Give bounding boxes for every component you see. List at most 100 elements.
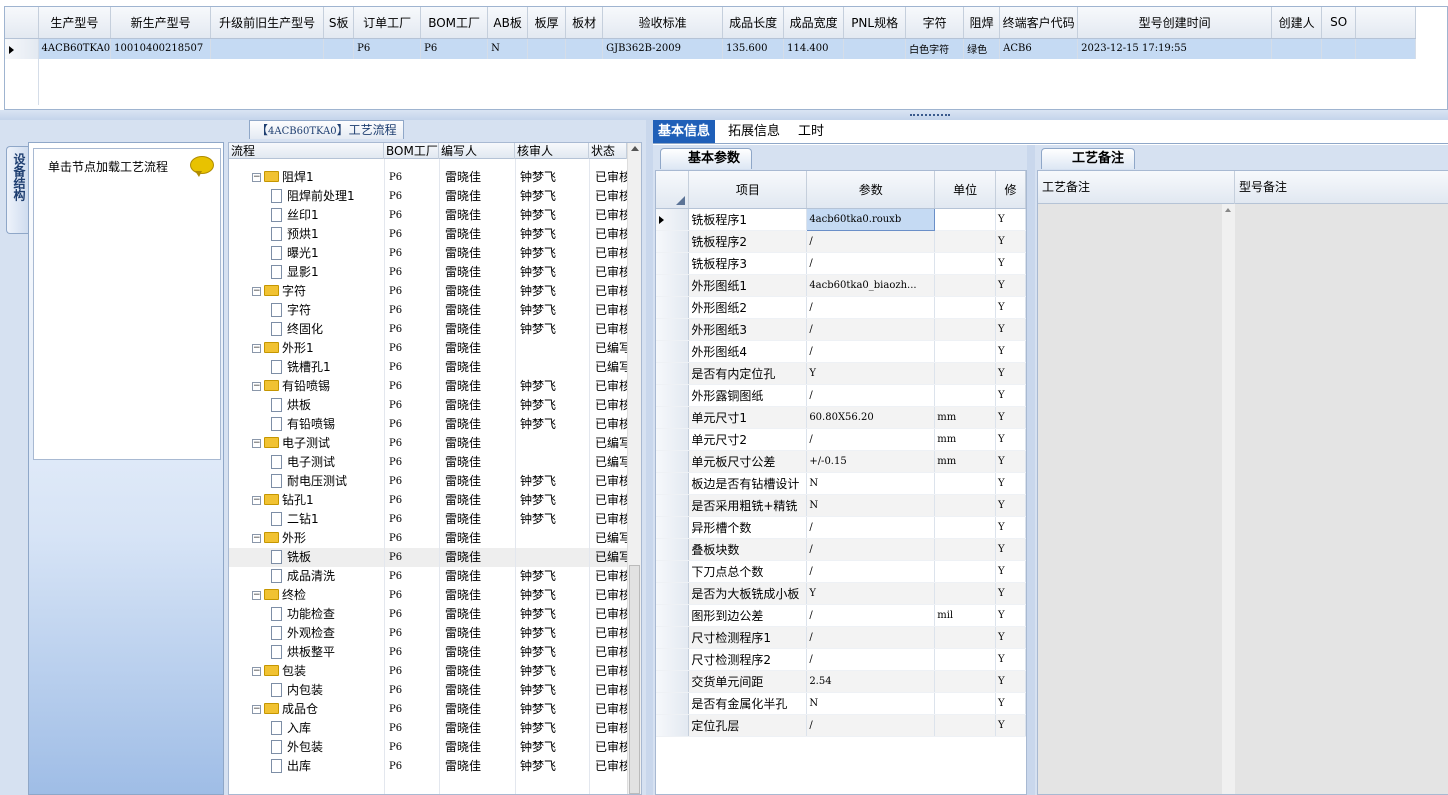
param-row-header[interactable]: [656, 340, 690, 363]
right-tab[interactable]: 基本信息: [653, 120, 716, 143]
column-header[interactable]: 新生产型号: [110, 7, 212, 39]
grid-cell[interactable]: 白色字符: [905, 38, 965, 59]
param-mod[interactable]: Y: [995, 560, 1026, 583]
param-value[interactable]: /: [806, 340, 936, 363]
process-tree-row[interactable]: − 外形 P6 雷晓佳 已编写: [229, 529, 629, 548]
param-mod[interactable]: Y: [995, 296, 1026, 319]
param-unit[interactable]: [934, 670, 997, 693]
column-header[interactable]: 订单工厂: [353, 7, 422, 39]
process-notes-tab[interactable]: 工艺备注: [1041, 148, 1135, 169]
process-tree-row[interactable]: − 字符 P6 雷晓佳 钟梦飞 已审核: [229, 282, 629, 301]
param-row-header[interactable]: [656, 670, 690, 693]
process-tree-row[interactable]: 铣板 P6 雷晓佳 已编写: [229, 548, 629, 567]
process-tree-row[interactable]: − 包装 P6 雷晓佳 钟梦飞 已审核: [229, 662, 629, 681]
grid-cell[interactable]: 114.400: [783, 38, 845, 59]
param-unit[interactable]: mm: [934, 406, 997, 429]
column-header[interactable]: 升级前旧生产型号: [210, 7, 325, 39]
notes-splitter[interactable]: [1027, 145, 1035, 795]
column-header[interactable]: AB板: [487, 7, 529, 39]
param-value[interactable]: /: [806, 626, 936, 649]
param-unit[interactable]: [934, 692, 997, 715]
param-value[interactable]: Y: [806, 582, 936, 605]
nav-tree[interactable]: 单击节点加载工艺流程: [33, 148, 221, 460]
param-unit[interactable]: [934, 274, 997, 297]
param-row[interactable]: 外形图纸2/ Y: [656, 296, 1026, 319]
notes-grid[interactable]: 工艺备注 型号备注: [1037, 170, 1448, 795]
param-row[interactable]: 图形到边公差 / mil Y: [656, 604, 1026, 627]
param-value[interactable]: N: [806, 692, 936, 715]
column-header[interactable]: 终端客户代码: [999, 7, 1079, 39]
column-header[interactable]: 成品宽度: [783, 7, 845, 39]
param-unit[interactable]: [934, 208, 997, 231]
param-row[interactable]: 叠板块数 / Y: [656, 538, 1026, 561]
process-tree-row[interactable]: 丝印1 P6 雷晓佳 钟梦飞 已审核: [229, 206, 629, 225]
process-tree-row[interactable]: 功能检查 P6 雷晓佳 钟梦飞 已审核: [229, 605, 629, 624]
grid-cell[interactable]: [323, 38, 355, 59]
process-notes-textarea[interactable]: [1038, 204, 1235, 794]
grid-cell[interactable]: 135.600: [722, 38, 785, 59]
param-row-header[interactable]: [656, 252, 690, 275]
grid-cell[interactable]: [527, 38, 567, 59]
process-tree-row[interactable]: − 电子测试 P6 雷晓佳 已编写: [229, 434, 629, 453]
param-unit[interactable]: [934, 384, 997, 407]
param-unit[interactable]: [934, 340, 997, 363]
param-row[interactable]: 是否为大板铣成小板 Y Y: [656, 582, 1026, 605]
param-column-header[interactable]: 单位: [934, 171, 997, 209]
param-value[interactable]: N: [806, 472, 936, 495]
column-header[interactable]: 板材: [565, 7, 604, 39]
param-row[interactable]: 单元板尺寸公差 +/-0.15 mm Y: [656, 450, 1026, 473]
param-row[interactable]: 外形图纸1 4acb60tka0_biaozh... Y: [656, 274, 1026, 297]
param-value[interactable]: /: [806, 230, 936, 253]
column-header[interactable]: 板厚: [527, 7, 567, 39]
param-mod[interactable]: Y: [995, 472, 1026, 495]
param-row-header[interactable]: [656, 648, 690, 671]
param-row-header[interactable]: [656, 604, 690, 627]
collapse-toggle-icon[interactable]: −: [252, 382, 261, 391]
param-unit[interactable]: [934, 362, 997, 385]
param-row[interactable]: 外形露铜图纸 / Y: [656, 384, 1026, 407]
param-unit[interactable]: [934, 626, 997, 649]
process-tree-row[interactable]: 出库 P6 雷晓佳 钟梦飞 已审核: [229, 757, 629, 776]
column-header[interactable]: 阻焊: [963, 7, 1001, 39]
notes-scrollbar[interactable]: [1222, 204, 1235, 794]
process-tree-grid[interactable]: 流程BOM工厂编写人核审人状态 −阻焊1P6雷晓佳钟梦飞已审核阻焊前处理1P6雷…: [228, 142, 642, 795]
grid-cell[interactable]: [1271, 38, 1323, 59]
scroll-thumb[interactable]: [629, 565, 640, 794]
collapse-toggle-icon[interactable]: −: [252, 496, 261, 505]
param-value[interactable]: /: [806, 560, 936, 583]
param-row-header[interactable]: [656, 516, 690, 539]
process-tree-row[interactable]: 字符 P6 雷晓佳 钟梦飞 已审核: [229, 301, 629, 320]
param-value[interactable]: /: [806, 318, 936, 341]
grid-cell[interactable]: ACB6: [999, 38, 1079, 59]
param-row[interactable]: 铣板程序1 4acb60tka0.rouxb Y: [656, 207, 1026, 231]
param-value[interactable]: /: [806, 648, 936, 671]
param-mod[interactable]: Y: [995, 318, 1026, 341]
process-tree-row[interactable]: − 终检 P6 雷晓佳 钟梦飞 已审核: [229, 586, 629, 605]
param-row[interactable]: 交货单元间距 2.54 Y: [656, 670, 1026, 693]
param-unit[interactable]: [934, 252, 997, 275]
param-mod[interactable]: Y: [995, 582, 1026, 605]
grid-cell[interactable]: [565, 38, 604, 59]
param-value[interactable]: /: [806, 516, 936, 539]
grid-cell[interactable]: N: [487, 38, 529, 59]
tree-scrollbar[interactable]: [627, 143, 641, 794]
collapse-toggle-icon[interactable]: −: [252, 534, 261, 543]
param-value[interactable]: 2.54: [806, 670, 936, 693]
param-mod[interactable]: Y: [995, 252, 1026, 275]
process-tree-row[interactable]: − 成品仓 P6 雷晓佳 钟梦飞 已审核: [229, 700, 629, 719]
param-value[interactable]: /: [806, 296, 936, 319]
param-row-header[interactable]: [656, 406, 690, 429]
grid-cell[interactable]: P6: [420, 38, 489, 59]
param-unit[interactable]: [934, 230, 997, 253]
grid-cell[interactable]: [843, 38, 907, 59]
param-unit[interactable]: [934, 582, 997, 605]
grid-cell[interactable]: 2023-12-15 17:19:55: [1077, 38, 1273, 59]
right-tab[interactable]: 工时: [793, 120, 829, 143]
param-column-header[interactable]: 参数: [806, 171, 936, 209]
param-mod[interactable]: Y: [995, 604, 1026, 627]
param-unit[interactable]: [934, 648, 997, 671]
collapse-toggle-icon[interactable]: −: [252, 667, 261, 676]
process-tree-row[interactable]: 内包装 P6 雷晓佳 钟梦飞 已审核: [229, 681, 629, 700]
param-row-header[interactable]: [656, 208, 690, 231]
param-value[interactable]: N: [806, 494, 936, 517]
